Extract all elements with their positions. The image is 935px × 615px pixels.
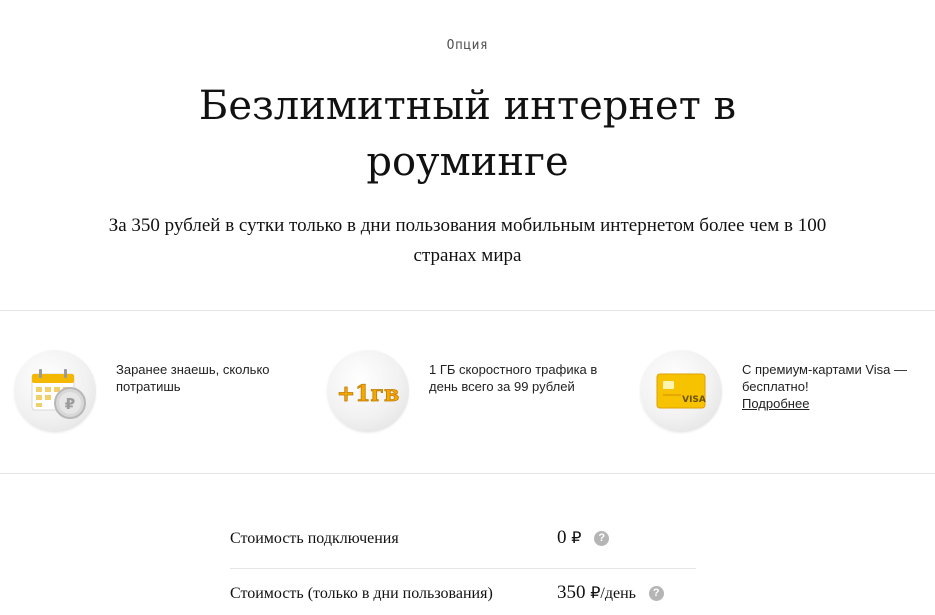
price-value: 350 bbox=[557, 582, 586, 603]
calendar-coin-icon: ₽ bbox=[14, 350, 96, 432]
visa-card-label: VISA bbox=[682, 395, 706, 405]
page-title: Безлимитный интернет в роуминге bbox=[198, 83, 737, 185]
feature-extra-traffic: +1гв 1 ГБ скоростного трафика в день все… bbox=[327, 350, 627, 434]
price-label: Стоимость (только в дни пользования) bbox=[230, 585, 493, 602]
price-unit: ₽ bbox=[571, 530, 582, 547]
plus-1gb-label: +1гв bbox=[337, 381, 400, 407]
section-divider bbox=[0, 473, 935, 474]
feature-text: Заранее знаешь, сколько потратишь bbox=[116, 362, 270, 394]
svg-text:₽: ₽ bbox=[65, 395, 75, 413]
price-value: 0 bbox=[557, 527, 567, 548]
feature-text: 1 ГБ скоростного трафика в день всего за… bbox=[429, 362, 598, 394]
details-link[interactable]: Подробнее bbox=[742, 396, 809, 411]
price-unit: ₽/день bbox=[590, 585, 636, 602]
price-row-connection: Стоимость подключения 0 ₽ ? bbox=[230, 520, 696, 560]
feature-fixed-cost: ₽ Заранее знаешь, сколько потратишь bbox=[14, 350, 314, 434]
page-subtitle: За 350 рублей в сутки только в дни польз… bbox=[108, 215, 827, 266]
plus-1gb-icon: +1гв bbox=[327, 350, 409, 432]
section-divider bbox=[0, 310, 935, 311]
price-label: Стоимость подключения bbox=[230, 530, 399, 547]
help-icon[interactable]: ? bbox=[594, 531, 610, 546]
feature-text: С премиум-картами Visa — бесплатно! bbox=[742, 362, 907, 394]
row-divider bbox=[230, 568, 696, 569]
help-icon[interactable]: ? bbox=[648, 586, 664, 601]
option-label: Опция bbox=[446, 38, 489, 53]
price-row-daily: Стоимость (только в дни пользования) 350… bbox=[230, 575, 696, 615]
feature-visa-free: VISA С премиум-картами Visa — бесплатно!… bbox=[640, 350, 935, 434]
visa-card-icon: VISA bbox=[640, 350, 722, 432]
